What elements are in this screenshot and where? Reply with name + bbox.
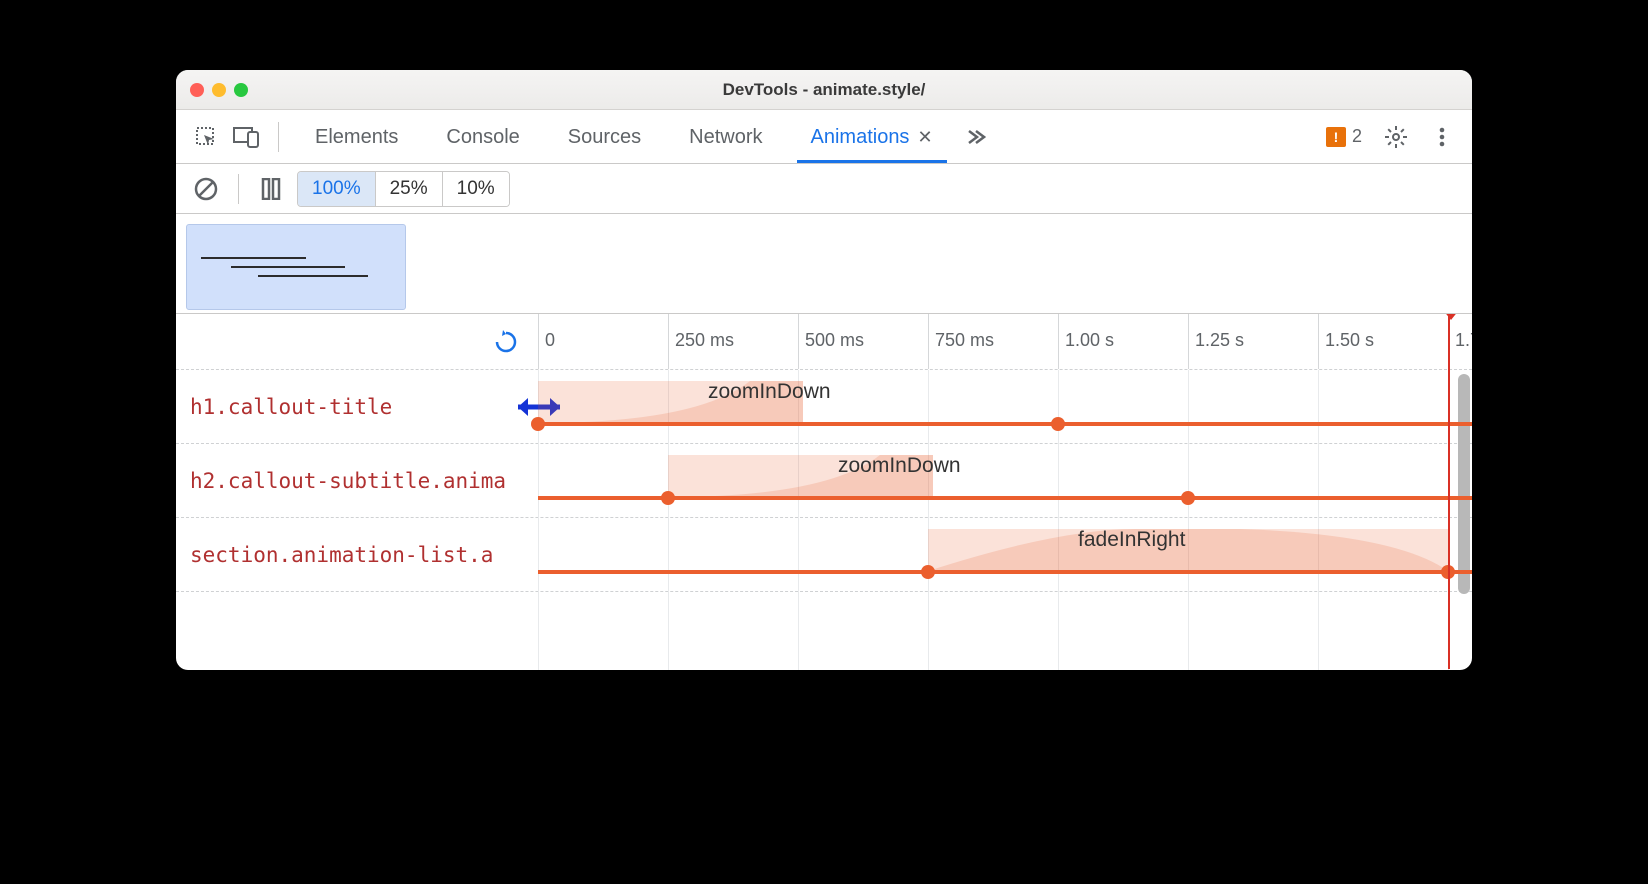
issues-count: 2 [1352, 126, 1362, 147]
speed-25[interactable]: 25% [376, 172, 443, 206]
warning-icon: ! [1326, 127, 1346, 147]
preview-line [231, 266, 345, 268]
preview-line [258, 275, 368, 277]
tick-label: 1.25 s [1195, 330, 1244, 351]
vertical-scrollbar[interactable] [1458, 374, 1470, 594]
maximize-button[interactable] [234, 83, 248, 97]
animation-selector: section.animation-list.a [176, 518, 538, 591]
ruler-tick: 1.00 s [1058, 314, 1059, 369]
tab-label: Network [689, 126, 762, 149]
speed-group: 100% 25% 10% [297, 171, 510, 207]
animation-group-thumb[interactable] [186, 224, 406, 310]
tab-label: Sources [568, 126, 641, 149]
animation-line [538, 422, 1472, 426]
timeline-area: 0 250 ms 500 ms 750 ms 1.00 s 1.25 s 1.50 s 1.7… [176, 314, 1472, 670]
animation-row[interactable]: h2.callout-subtitle.anima zoomInDown [176, 444, 1472, 518]
window-title: DevTools - animate.style/ [176, 80, 1472, 100]
tab-label: Elements [315, 126, 398, 149]
minimize-button[interactable] [212, 83, 226, 97]
tick-label: 1.50 s [1325, 330, 1374, 351]
preview-line [201, 257, 306, 259]
inspect-icon[interactable] [186, 117, 226, 157]
pause-icon[interactable] [251, 169, 291, 209]
titlebar: DevTools - animate.style/ [176, 70, 1472, 110]
tab-label: Console [446, 126, 519, 149]
divider [278, 122, 279, 152]
replay-icon[interactable] [486, 322, 526, 362]
keyframe-dot[interactable] [531, 417, 545, 431]
tab-animations[interactable]: Animations ✕ [787, 112, 957, 162]
tick-label: 250 ms [675, 330, 734, 351]
animation-name: fadeInRight [1078, 528, 1185, 552]
ruler-tick: 250 ms [668, 314, 669, 369]
easing-curve [928, 529, 1448, 571]
playhead[interactable] [1448, 314, 1450, 669]
animation-line [538, 570, 1472, 574]
animation-row[interactable]: h1.callout-title zoomInDown [176, 370, 1472, 444]
animation-track[interactable]: fadeInRight [538, 518, 1472, 591]
ruler-tick: 1.25 s [1188, 314, 1189, 369]
keyframe-dot[interactable] [1051, 417, 1065, 431]
settings-icon[interactable] [1376, 117, 1416, 157]
tick-label: 1.00 s [1065, 330, 1114, 351]
tick-label: 0 [545, 330, 555, 351]
animation-groups [176, 214, 1472, 314]
tab-elements[interactable]: Elements [291, 112, 422, 162]
tab-sources[interactable]: Sources [544, 112, 665, 162]
keyframe-dot[interactable] [661, 491, 675, 505]
gridline [928, 370, 929, 670]
clear-icon[interactable] [186, 169, 226, 209]
animation-name: zoomInDown [708, 380, 831, 404]
devtools-window: DevTools - animate.style/ Elements Conso… [176, 70, 1472, 670]
animation-line [538, 496, 1472, 500]
animation-track[interactable]: zoomInDown [538, 370, 1472, 443]
traffic-lights [176, 83, 248, 97]
device-toggle-icon[interactable] [226, 117, 266, 157]
close-button[interactable] [190, 83, 204, 97]
ruler-tick: 1.50 s [1318, 314, 1319, 369]
animation-selector: h2.callout-subtitle.anima [176, 444, 538, 517]
animation-controls: 100% 25% 10% [176, 164, 1472, 214]
tab-network[interactable]: Network [665, 112, 786, 162]
tick-label: 500 ms [805, 330, 864, 351]
gridline [1188, 370, 1189, 670]
ruler-tick: 0 [538, 314, 539, 369]
tick-label: 1.75 s [1455, 330, 1472, 351]
divider [238, 174, 239, 204]
tabs-row: Elements Console Sources Network Animati… [176, 110, 1472, 164]
animation-track[interactable]: zoomInDown [538, 444, 1472, 517]
keyframe-dot[interactable] [921, 565, 935, 579]
gridline [1058, 370, 1059, 670]
tick-label: 750 ms [935, 330, 994, 351]
keyframe-dot[interactable] [1181, 491, 1195, 505]
timeline-ruler[interactable]: 0 250 ms 500 ms 750 ms 1.00 s 1.25 s 1.50 s 1.7… [176, 314, 1472, 370]
ruler-tick: 500 ms [798, 314, 799, 369]
tab-label: Animations [811, 126, 910, 149]
ruler-tick: 750 ms [928, 314, 929, 369]
more-tabs-icon[interactable] [957, 117, 993, 157]
issues-badge[interactable]: ! 2 [1318, 126, 1370, 147]
animation-row[interactable]: section.animation-list.a fadeInRight [176, 518, 1472, 592]
kebab-menu-icon[interactable] [1422, 117, 1462, 157]
tab-console[interactable]: Console [422, 112, 543, 162]
speed-100[interactable]: 100% [298, 172, 376, 206]
close-icon[interactable]: ✕ [917, 127, 932, 148]
speed-10[interactable]: 10% [443, 172, 509, 206]
gridline [1318, 370, 1319, 670]
animation-selector: h1.callout-title [176, 370, 538, 443]
animation-name: zoomInDown [838, 454, 961, 478]
